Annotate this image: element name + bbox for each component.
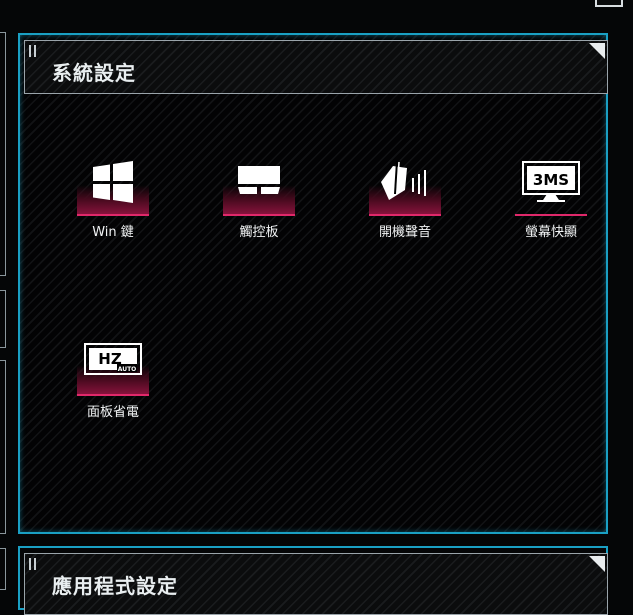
boot-sound-label: 開機聲音 xyxy=(378,225,431,240)
svg-text:3MS: 3MS xyxy=(533,171,569,189)
win-key-toggle[interactable]: Win 鍵 xyxy=(58,160,168,240)
corner-icon xyxy=(589,43,605,59)
panel-overdrive-label: 螢幕快顯 xyxy=(524,225,577,240)
panel-title: 應用程式設定 xyxy=(52,574,178,598)
win-key-label: Win 鍵 xyxy=(92,225,134,240)
touchpad-toggle[interactable]: 觸控板 xyxy=(204,160,314,240)
left-panel-edge xyxy=(0,32,6,276)
corner-icon xyxy=(589,556,605,572)
svg-text:AUTO: AUTO xyxy=(118,366,137,373)
panel-power-saver-label: 面板省電 xyxy=(86,405,139,420)
panel-overdrive-icon: 3MS xyxy=(515,160,587,216)
grip-icon xyxy=(29,558,39,572)
boot-sound-toggle[interactable]: 開機聲音 xyxy=(350,160,460,240)
left-panel-edge xyxy=(0,290,6,348)
grip-icon xyxy=(29,45,39,59)
panel-power-saver-icon: HZ AUTO xyxy=(77,340,149,396)
boot-sound-icon xyxy=(369,160,441,216)
panel-overdrive-toggle[interactable]: 3MS 螢幕快顯 xyxy=(496,160,606,240)
panel-title: 系統設定 xyxy=(52,61,136,85)
windows-key-icon xyxy=(77,160,149,216)
left-panel-edge xyxy=(0,360,6,534)
left-panel-edge xyxy=(0,548,6,590)
panel-header: 應用程式設定 xyxy=(24,553,608,615)
touchpad-label: 觸控板 xyxy=(239,225,279,240)
touchpad-icon xyxy=(223,160,295,216)
panel-header: 系統設定 xyxy=(24,40,608,94)
panel-power-saver-toggle[interactable]: HZ AUTO 面板省電 xyxy=(58,340,168,420)
system-settings-panel: 系統設定 Win 鍵 觸控板 開機聲音 3MS 螢幕快顯 HZ AUTO 面板省… xyxy=(18,33,608,534)
window-control[interactable] xyxy=(595,0,623,7)
app-settings-panel: 應用程式設定 xyxy=(18,546,608,615)
